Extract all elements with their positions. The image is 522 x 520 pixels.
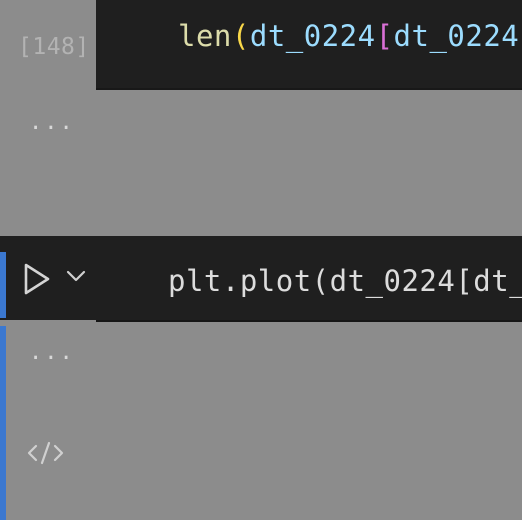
- run-options-dropdown[interactable]: [64, 266, 88, 286]
- run-cell-button[interactable]: [22, 262, 52, 296]
- code-token-paren: (: [231, 19, 250, 53]
- output-focus-indicator: [0, 326, 6, 520]
- code-icon: [27, 441, 64, 465]
- code-line: len(dt_0224[dt_0224: [178, 16, 519, 56]
- code-token-variable: dt_0224: [393, 19, 520, 53]
- collapsed-output-toggle[interactable]: ...: [29, 110, 75, 135]
- code-token-variable: dt_0224: [249, 19, 376, 53]
- output-renderer-button[interactable]: [26, 438, 66, 468]
- code-token-function: len: [178, 19, 232, 53]
- code-token-bracket: [: [375, 19, 394, 53]
- code-cell-editor-active[interactable]: plt.plot(dt_0224[dt_0: [96, 236, 522, 322]
- code-line: plt.plot(dt_0224[dt_0: [168, 264, 522, 298]
- code-cell-editor[interactable]: len(dt_0224[dt_0224: [96, 0, 522, 90]
- cell-focus-indicator: [0, 252, 6, 318]
- run-icon: [24, 263, 50, 295]
- notebook-view: [148] len(dt_0224[dt_0224 ... plt.plot(d…: [0, 0, 522, 520]
- collapsed-output-toggle[interactable]: ...: [29, 340, 75, 365]
- execution-count: [148]: [18, 34, 90, 60]
- chevron-down-icon: [66, 270, 86, 282]
